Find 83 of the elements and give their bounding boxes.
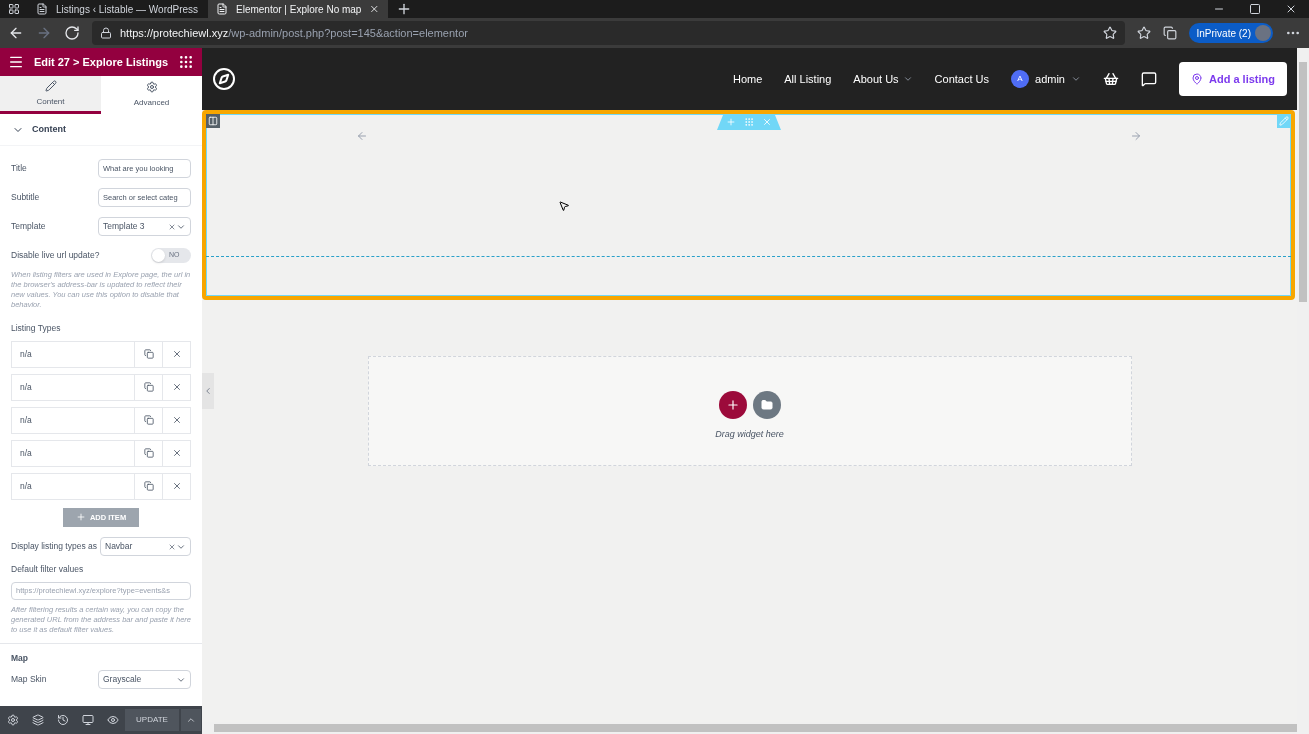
lock-icon	[100, 27, 112, 39]
remove-icon[interactable]	[171, 382, 182, 393]
field-label: Listing Types	[11, 322, 62, 335]
browser-tab[interactable]: Listings ‹ Listable — WordPress	[28, 0, 208, 18]
nav-link[interactable]: Home	[732, 70, 763, 88]
panel-collapse-handle[interactable]	[202, 373, 214, 409]
reload-icon[interactable]	[64, 25, 80, 41]
compass-logo-icon[interactable]	[212, 67, 236, 91]
inprivate-badge[interactable]: InPrivate (2)	[1188, 23, 1273, 43]
user-avatar[interactable]: A	[1011, 70, 1030, 88]
panel-title: Edit 27 > Explore Listings	[32, 54, 170, 70]
section-title: Map	[11, 651, 29, 665]
add-section-button[interactable]	[718, 390, 747, 419]
close-icon[interactable]	[1285, 3, 1297, 15]
update-button[interactable]: UPDATE	[125, 709, 179, 731]
field-label: Default filter values	[11, 562, 85, 576]
toolbar-icon[interactable]	[56, 714, 69, 726]
nav-link[interactable]: Contact Us	[934, 70, 990, 88]
section-title: Content	[32, 122, 66, 136]
toolbar-icon[interactable]	[106, 714, 119, 726]
duplicate-icon[interactable]	[143, 448, 154, 459]
tab-actions-icon[interactable]	[8, 3, 20, 15]
mouse-cursor-icon	[558, 200, 570, 212]
favorites-icon[interactable]	[1136, 26, 1151, 40]
select-field[interactable]: Navbar	[100, 537, 191, 557]
column-handle-icon[interactable]	[206, 114, 220, 128]
new-tab-icon[interactable]	[396, 1, 412, 17]
field-label: Disable live url update?	[11, 249, 100, 262]
basket-icon[interactable]	[1103, 71, 1119, 87]
duplicate-icon[interactable]	[143, 349, 154, 360]
remove-icon[interactable]	[171, 481, 182, 492]
duplicate-icon[interactable]	[143, 481, 154, 492]
browser-tab[interactable]: Elementor | Explore No map	[208, 0, 388, 18]
page-icon	[216, 3, 228, 15]
field-label: Map Skin	[11, 673, 47, 687]
caret-icon	[186, 715, 196, 725]
remove-icon[interactable]	[171, 349, 182, 360]
chevron-left-icon	[203, 386, 213, 396]
pencil-icon	[1279, 116, 1289, 126]
close-icon[interactable]	[369, 3, 380, 15]
field-label: Subtitle	[11, 191, 40, 204]
clear-icon[interactable]	[168, 542, 176, 551]
plus-icon	[725, 397, 740, 412]
pencil-icon	[44, 79, 57, 92]
template-library-button[interactable]	[752, 390, 781, 419]
toolbar-icon[interactable]	[6, 714, 19, 726]
toolbar-icon[interactable]	[31, 714, 44, 726]
field-label: Display listing types as	[11, 540, 97, 554]
add-listing-button[interactable]: Add a listing	[1179, 62, 1287, 96]
panel-tab[interactable]: Content	[0, 76, 101, 114]
favorite-icon[interactable]	[1102, 26, 1117, 40]
gear-icon	[145, 81, 158, 93]
back-icon[interactable]	[8, 25, 24, 41]
grip-icon[interactable]	[744, 117, 754, 127]
folder-icon	[760, 398, 773, 411]
restore-icon[interactable]	[1249, 3, 1261, 15]
page-icon	[36, 3, 48, 15]
remove-icon[interactable]	[171, 415, 182, 426]
url-text: https://protechiewl.xyz/wp-admin/post.php?post=145&action=elementor	[120, 25, 469, 41]
pin-icon	[1191, 73, 1203, 85]
duplicate-icon[interactable]	[143, 415, 154, 426]
chat-icon[interactable]	[1141, 71, 1157, 87]
plus-icon	[75, 512, 86, 523]
columns-icon	[208, 116, 218, 126]
collections-icon[interactable]	[1162, 26, 1177, 40]
drop-zone[interactable]: Drag widget here	[367, 356, 1132, 466]
user-name[interactable]: admin	[1035, 70, 1065, 88]
field-label: Template	[11, 220, 46, 233]
remove-icon[interactable]	[171, 448, 182, 459]
caret-icon	[1071, 74, 1081, 84]
toolbar-icon[interactable]	[81, 714, 94, 726]
duplicate-icon[interactable]	[143, 382, 154, 393]
address-bar[interactable]: https://protechiewl.xyz/wp-admin/post.php?post=145&action=elementor	[92, 21, 1125, 45]
nav-link[interactable]: About Us	[853, 70, 913, 88]
menu-icon[interactable]	[8, 54, 24, 70]
avatar-icon	[1255, 25, 1271, 41]
select-field[interactable]: Grayscale	[98, 670, 191, 690]
select-field[interactable]: Template 3	[98, 217, 191, 236]
clear-icon[interactable]	[168, 222, 176, 231]
field-label: Title	[11, 162, 27, 175]
widgets-grid-icon[interactable]	[178, 54, 194, 70]
drop-hint: Drag widget here	[715, 427, 784, 441]
nav-link[interactable]: All Listing	[784, 70, 832, 88]
